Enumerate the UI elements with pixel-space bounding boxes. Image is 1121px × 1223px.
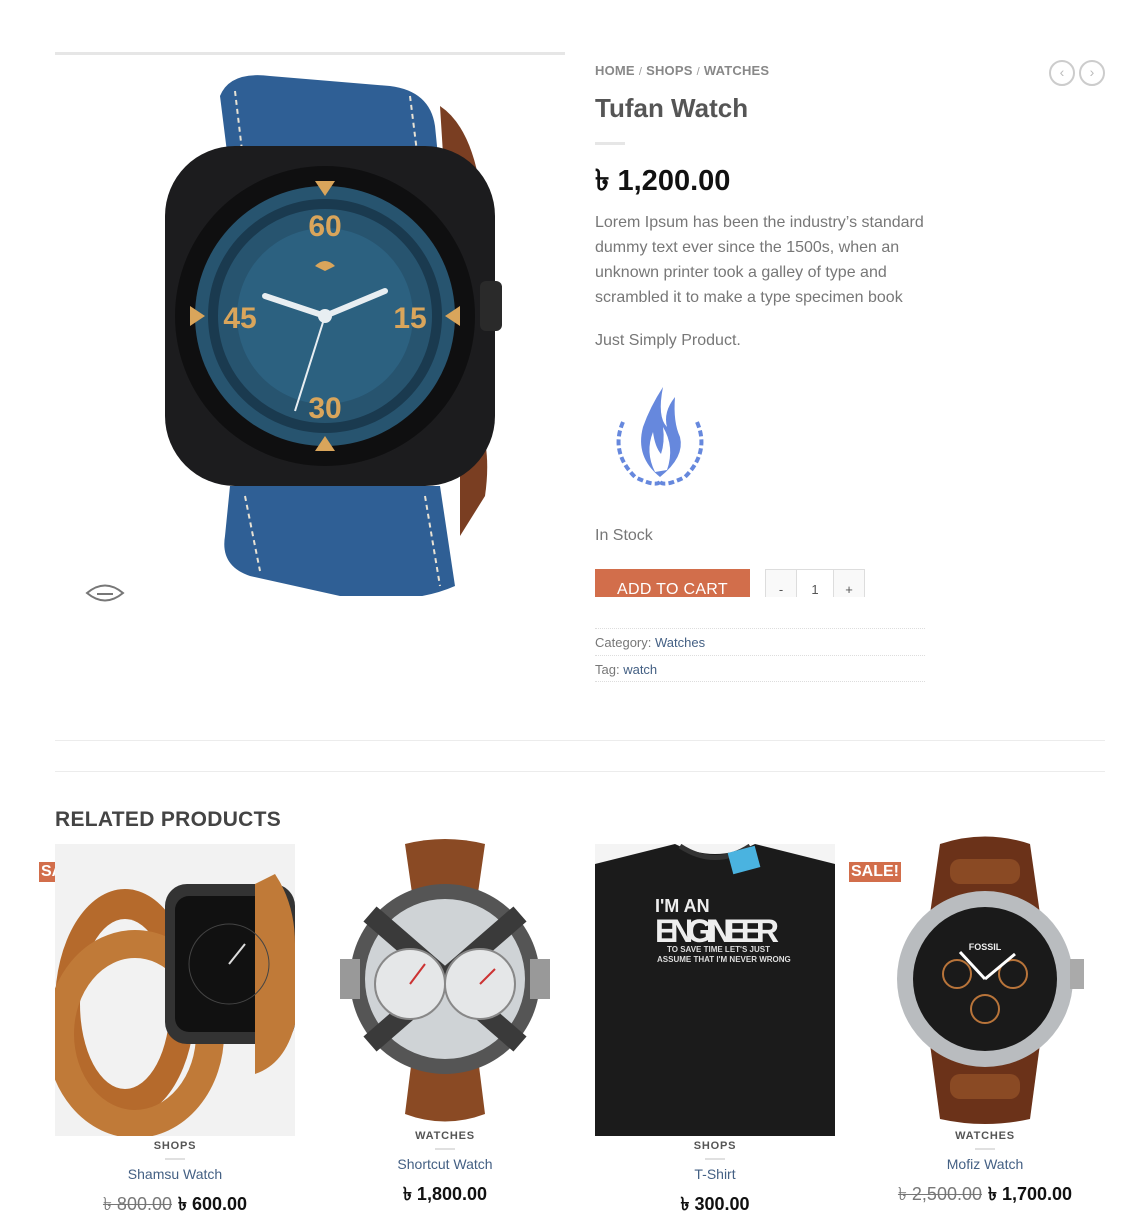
add-to-cart-button[interactable]: ADD TO CART	[595, 569, 750, 597]
product-gallery: 60 30 15 45	[55, 52, 565, 622]
product-name-link[interactable]: T-Shirt	[694, 1166, 735, 1182]
brand-logo-icon	[616, 387, 704, 486]
product-category: SHOPS	[153, 1140, 197, 1152]
quantity-input[interactable]: 1	[797, 569, 833, 597]
related-product-card[interactable]: FOSSIL WATCHES Mofiz Watch ৳ 2,500.00 ৳ 1…	[865, 834, 1105, 1211]
product-category: WATCHES	[415, 1130, 475, 1142]
product-thumbnail[interactable]: FOSSIL	[865, 834, 1105, 1126]
product-thumbnail[interactable]	[325, 834, 565, 1126]
quantity-minus-button[interactable]: -	[765, 569, 797, 597]
watch-brand-label: FOSSIL	[969, 942, 1002, 952]
product-price: ৳ 1,200.00	[595, 165, 731, 197]
product-title: Tufan Watch	[595, 93, 749, 123]
product-nav: ‹ ›	[1049, 60, 1105, 86]
product-name-link[interactable]: Shamsu Watch	[128, 1166, 222, 1182]
product-category: SHOPS	[693, 1140, 737, 1152]
product-thumbnail[interactable]	[55, 844, 295, 1136]
original-price: ৳ 800.00	[102, 1194, 172, 1214]
stock-status: In Stock	[595, 527, 653, 544]
original-price: ৳ 2,500.00	[897, 1184, 982, 1204]
category-divider	[705, 1158, 725, 1160]
sale-price: ৳ 600.00	[178, 1194, 248, 1214]
breadcrumb-home[interactable]: HOME	[595, 63, 635, 78]
sale-price: ৳ 1,700.00	[988, 1184, 1073, 1204]
tshirt-line-2: ENGINEER	[655, 913, 779, 949]
tag-label: Tag:	[595, 662, 620, 677]
title-divider	[595, 142, 625, 145]
zoom-icon[interactable]	[83, 578, 127, 608]
product-price: ৳ 800.00 ৳ 600.00	[55, 1190, 295, 1221]
category-divider	[975, 1148, 995, 1150]
breadcrumb-watches[interactable]: WATCHES	[704, 63, 769, 78]
category-row: Category: Watches	[595, 628, 925, 655]
product-price: ৳ 2,500.00 ৳ 1,700.00	[865, 1180, 1105, 1211]
dial-numeral-15: 15	[393, 302, 426, 335]
category-divider	[435, 1148, 455, 1150]
main-product-image[interactable]: 60 30 15 45	[110, 66, 510, 596]
product-description: Lorem Ipsum has been the industry’s stan…	[595, 214, 924, 306]
related-products-heading: RELATED PRODUCTS	[55, 808, 282, 831]
product-name-link[interactable]: Shortcut Watch	[397, 1156, 492, 1172]
sale-price: ৳ 1,800.00	[402, 1184, 488, 1204]
related-product-card[interactable]: I'M AN ENGINEER TO SAVE TIME LET'S JUST …	[595, 844, 835, 1221]
section-divider	[55, 771, 1105, 772]
next-product-icon[interactable]: ›	[1079, 60, 1105, 86]
tshirt-line-4: ASSUME THAT I'M NEVER WRONG	[657, 955, 791, 964]
breadcrumb: HOME / SHOPS / WATCHES	[595, 63, 769, 78]
dial-numeral-30: 30	[308, 392, 341, 425]
dial-numeral-45: 45	[223, 302, 256, 335]
breadcrumb-separator: /	[696, 66, 700, 78]
category-link[interactable]: Watches	[655, 635, 705, 650]
category-divider	[165, 1158, 185, 1160]
section-divider	[55, 740, 1105, 741]
sale-price: ৳ 300.00	[680, 1194, 750, 1214]
category-label: Category:	[595, 635, 652, 650]
related-product-card[interactable]: WATCHES Shortcut Watch ৳ 1,800.00	[325, 834, 565, 1211]
quantity-stepper: - 1 +	[765, 569, 865, 597]
dial-numeral-60: 60	[308, 210, 341, 243]
tag-link[interactable]: watch	[623, 662, 657, 677]
add-to-cart-form: ADD TO CART - 1 +	[595, 569, 925, 597]
product-price: ৳ 300.00	[595, 1190, 835, 1221]
product-category: WATCHES	[955, 1130, 1015, 1142]
quantity-plus-button[interactable]: +	[833, 569, 865, 597]
breadcrumb-shops[interactable]: SHOPS	[646, 63, 693, 78]
product-short-description: Just Simply Product.	[595, 332, 741, 349]
breadcrumb-separator: /	[638, 66, 643, 78]
gallery-top-rule	[55, 52, 565, 55]
tshirt-line-3: TO SAVE TIME LET'S JUST	[667, 945, 770, 954]
product-thumbnail[interactable]: I'M AN ENGINEER TO SAVE TIME LET'S JUST …	[595, 844, 835, 1136]
related-product-card[interactable]: SHOPS Shamsu Watch ৳ 800.00 ৳ 600.00	[55, 844, 295, 1221]
product-meta: Category: Watches Tag: watch	[595, 628, 925, 682]
product-price: ৳ 1,800.00	[325, 1180, 565, 1211]
tag-row: Tag: watch	[595, 655, 925, 682]
product-name-link[interactable]: Mofiz Watch	[947, 1156, 1024, 1172]
previous-product-icon[interactable]: ‹	[1049, 60, 1075, 86]
